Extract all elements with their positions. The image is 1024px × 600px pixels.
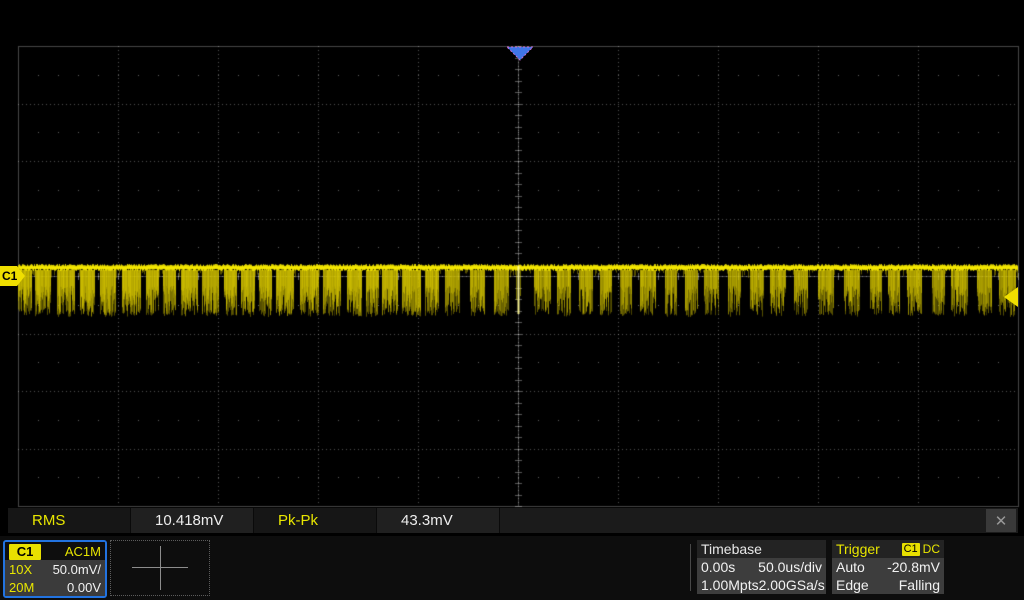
trigger-title: Trigger: [836, 541, 880, 557]
channel-1-attenuation: 10X: [9, 561, 33, 577]
timebase-sample-rate: 2.00GSa/s: [758, 577, 825, 593]
trigger-coupling: DC: [922, 542, 940, 556]
timebase-memory-depth: 1.00Mpts: [701, 577, 759, 593]
trigger-level: -20.8mV: [887, 559, 940, 575]
channel-1-scale-row: 10X 50.0mV/: [5, 560, 105, 578]
channel-1-panel[interactable]: C1 AC1M 10X 50.0mV/ 20M 0.00V: [3, 540, 107, 598]
channel-1-offset: 0.00V: [67, 579, 101, 595]
measurement-bar: RMS 10.418mV Pk-Pk 43.3mV ✕: [8, 508, 1018, 533]
channel-offset-label: C1: [2, 269, 18, 283]
measurement-pkpk-label[interactable]: Pk-Pk: [254, 508, 377, 533]
add-channel-placeholder[interactable]: [110, 540, 210, 596]
trigger-source-badge: C1: [901, 542, 920, 556]
channel-1-vertical-scale: 50.0mV/: [52, 561, 101, 577]
crosshair-icon: [160, 546, 161, 590]
trigger-position-marker[interactable]: [506, 46, 534, 62]
channel-1-coupling: AC1M: [64, 543, 101, 559]
trigger-position-icon: [506, 46, 534, 61]
trigger-mode: Auto: [836, 559, 865, 575]
close-icon: ✕: [994, 512, 1008, 530]
timebase-panel[interactable]: Timebase 0.00s 50.0us/div 1.00Mpts 2.00G…: [697, 540, 826, 594]
close-measurements-button[interactable]: ✕: [986, 509, 1016, 532]
trigger-type: Edge: [836, 577, 869, 593]
timebase-delay: 0.00s: [701, 559, 736, 575]
trigger-slope: Falling: [898, 577, 940, 593]
channel-1-badge: C1: [9, 543, 41, 560]
trigger-level-marker[interactable]: [1004, 287, 1018, 307]
channel-1-header: C1 AC1M: [5, 542, 105, 560]
measurement-rms-value[interactable]: 10.418mV: [131, 508, 254, 533]
channel-1-bandwidth: 20M: [9, 579, 35, 595]
oscilloscope-screen: C1 RMS 10.418mV Pk-Pk 43.3mV ✕ C1 AC1M 1…: [0, 0, 1024, 600]
timebase-scale: 50.0us/div: [758, 559, 822, 575]
toolbar-divider: [690, 544, 691, 591]
timebase-title: Timebase: [697, 540, 826, 558]
measurement-bar-spacer: ✕: [500, 508, 1018, 533]
trigger-panel[interactable]: Trigger C1 DC Auto -20.8mV Edge Falling: [832, 540, 944, 594]
channel-1-offset-row: 20M 0.00V: [5, 578, 105, 596]
measurement-rms-label[interactable]: RMS: [8, 508, 131, 533]
measurement-pkpk-value[interactable]: 43.3mV: [377, 508, 500, 533]
bottom-toolbar: C1 AC1M 10X 50.0mV/ 20M 0.00V Timebase 0…: [0, 536, 1024, 600]
